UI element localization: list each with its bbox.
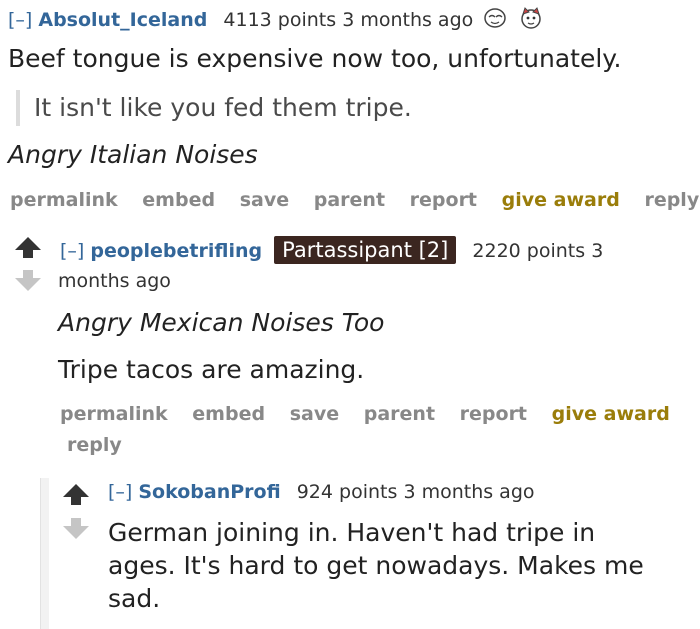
collapse-toggle[interactable]: [–]	[108, 481, 132, 503]
comment-body-line: German joining in. Haven't had tripe in	[108, 518, 596, 547]
score: 4113 points	[223, 9, 337, 31]
timestamp[interactable]: 3 months ago	[403, 481, 534, 503]
score: 2220 points 3	[472, 240, 604, 262]
award-cat-icon[interactable]	[519, 6, 543, 35]
timestamp[interactable]: months ago	[58, 270, 171, 292]
permalink-button[interactable]: permalink	[10, 189, 118, 211]
user-flair: Partassipant [2]	[274, 236, 457, 264]
author-link[interactable]: SokobanProfi	[138, 481, 280, 503]
comment-body: Beef tongue is expensive now too, unfort…	[8, 44, 622, 73]
parent-button[interactable]: parent	[364, 403, 435, 425]
comment-body: German joining in. Haven't had tripe in …	[108, 516, 644, 615]
comment-tagline: [–] Absolut_Iceland 4113 points 3 months…	[8, 6, 543, 35]
parent-button[interactable]: parent	[314, 189, 385, 211]
give-award-button[interactable]: give award	[502, 189, 620, 211]
reply-button[interactable]: reply	[67, 434, 122, 456]
report-button[interactable]: report	[460, 403, 527, 425]
collapse-toggle[interactable]: [–]	[60, 240, 84, 262]
timestamp[interactable]: 3 months ago	[342, 9, 473, 31]
comment-buttons: permalink embed save parent report give …	[60, 403, 688, 425]
permalink-button[interactable]: permalink	[60, 403, 168, 425]
author-link[interactable]: peoplebetrifling	[90, 240, 262, 262]
upvote-arrow-icon[interactable]	[63, 484, 89, 505]
downvote-arrow-icon[interactable]	[63, 518, 89, 539]
comment-body-line: ages. It's hard to get nowadays. Makes m…	[108, 551, 644, 580]
blockquote: It isn't like you fed them tripe.	[16, 90, 412, 126]
italic-line: Angry Italian Noises	[8, 140, 258, 169]
save-button[interactable]: save	[240, 189, 289, 211]
comment-body: Tripe tacos are amazing.	[58, 355, 365, 384]
award-face-icon[interactable]	[483, 7, 507, 34]
italic-line: Angry Mexican Noises Too	[58, 308, 385, 337]
comment-buttons: permalink embed save parent report give …	[10, 189, 700, 211]
save-button[interactable]: save	[290, 403, 339, 425]
embed-button[interactable]: embed	[142, 189, 215, 211]
give-award-button[interactable]: give award	[552, 403, 670, 425]
score: 924 points	[296, 481, 398, 503]
collapse-toggle[interactable]: [–]	[8, 9, 32, 31]
comment-tagline: [–] peoplebetrifling Partassipant [2] 22…	[60, 236, 603, 264]
reply-button[interactable]: reply	[644, 189, 699, 211]
downvote-arrow-icon[interactable]	[15, 270, 41, 291]
embed-button[interactable]: embed	[192, 403, 265, 425]
thread-line	[40, 478, 49, 629]
report-button[interactable]: report	[410, 189, 477, 211]
comment-body-line: sad.	[108, 584, 161, 613]
upvote-arrow-icon[interactable]	[15, 237, 41, 258]
author-link[interactable]: Absolut_Iceland	[38, 9, 207, 31]
comment-tagline: [–] SokobanProfi 924 points 3 months ago	[108, 481, 535, 503]
